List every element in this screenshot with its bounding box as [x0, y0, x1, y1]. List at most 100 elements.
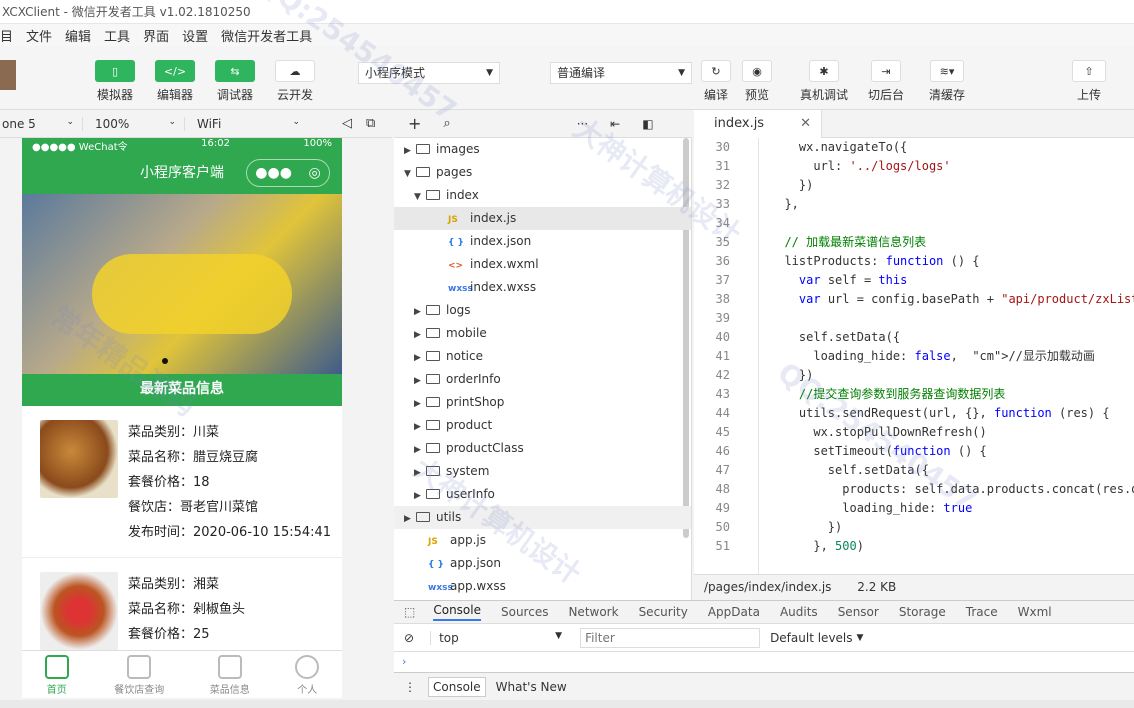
mode-select[interactable]: 小程序模式 ▼	[358, 62, 500, 84]
upload-button[interactable]: ⇧ 上传	[1072, 60, 1106, 103]
tree-folder[interactable]: ▶ notice	[394, 345, 691, 368]
preview-button[interactable]: ◉ 预览	[742, 60, 772, 103]
code-line[interactable]: 50 })	[694, 518, 1134, 537]
tree-folder[interactable]: ▶ productClass	[394, 437, 691, 460]
tab-profile[interactable]: 个人	[295, 651, 320, 698]
tree-file[interactable]: { } index.json	[394, 230, 691, 253]
tree-folder[interactable]: ▶ orderInfo	[394, 368, 691, 391]
code-line[interactable]: 38 var url = config.basePath + "api/prod…	[694, 290, 1134, 309]
code-line[interactable]: 34	[694, 214, 1134, 233]
compile-select[interactable]: 普通编译 ▼	[550, 62, 692, 84]
debugger-button[interactable]: ⇆ 调试器	[215, 60, 255, 103]
network-select[interactable]: WiFi ⌄	[184, 116, 308, 131]
drawer-menu-icon[interactable]: ⋮	[404, 680, 416, 694]
sort-icon[interactable]: ⇤	[610, 117, 620, 131]
tree-folder[interactable]: ▶ system	[394, 460, 691, 483]
capsule-menu[interactable]: ●●● ◎	[246, 159, 330, 187]
menu-item-tools[interactable]: 工具	[104, 26, 130, 45]
code-line[interactable]: 32 })	[694, 176, 1134, 195]
console-filter-input[interactable]	[580, 627, 761, 648]
tree-folder[interactable]: ▶ utils	[394, 506, 691, 529]
tree-file[interactable]: { } app.json	[394, 552, 691, 575]
tree-folder[interactable]: ▶ logs	[394, 299, 691, 322]
tree-folder[interactable]: ▶ userInfo	[394, 483, 691, 506]
inspect-icon[interactable]: ⬚	[404, 605, 415, 619]
menu-item-view[interactable]: 界面	[143, 26, 169, 45]
tab-wxml[interactable]: Wxml	[1018, 605, 1052, 619]
menu-item-edit[interactable]: 编辑	[65, 26, 91, 45]
remote-debug-button[interactable]: ✱ 真机调试	[800, 60, 848, 103]
code-line[interactable]: 48 products: self.data.products.concat(r…	[694, 480, 1134, 499]
tree-folder[interactable]: ▼ index	[394, 184, 691, 207]
code-line[interactable]: 33 },	[694, 195, 1134, 214]
tree-file[interactable]: JS app.js	[394, 529, 691, 552]
drawer-tab-console[interactable]: Console	[428, 676, 486, 697]
cloud-button[interactable]: ☁ 云开发	[275, 60, 315, 103]
mute-icon[interactable]: ◁	[342, 116, 352, 131]
banner-image[interactable]	[22, 194, 342, 374]
tab-security[interactable]: Security	[639, 605, 688, 619]
list-item[interactable]: 菜品类别：湘菜 菜品名称：剁椒鱼头 套餐价格：25	[22, 558, 342, 663]
code-line[interactable]: 45 wx.stopPullDownRefresh()	[694, 423, 1134, 442]
code-line[interactable]: 49 loading_hide: true	[694, 499, 1134, 518]
tree-folder[interactable]: ▶ mobile	[394, 322, 691, 345]
carousel-dot[interactable]	[162, 358, 168, 364]
add-icon[interactable]: +	[408, 114, 421, 133]
tree-folder[interactable]: ▶ images	[394, 138, 691, 161]
code-line[interactable]: 46 setTimeout(function () {	[694, 442, 1134, 461]
avatar[interactable]	[0, 60, 16, 90]
zoom-select[interactable]: 100% ⌄	[82, 116, 184, 131]
clear-console-icon[interactable]: ⊘	[404, 631, 414, 645]
tab-dish-info[interactable]: 菜品信息	[210, 651, 250, 698]
background-button[interactable]: ⇥ 切后台	[868, 60, 904, 103]
popout-icon[interactable]: ⧉	[366, 116, 375, 131]
menu-item-file[interactable]: 文件	[26, 26, 52, 45]
tree-folder[interactable]: ▶ product	[394, 414, 691, 437]
tab-appdata[interactable]: AppData	[708, 605, 760, 619]
tab-network[interactable]: Network	[568, 605, 618, 619]
code-line[interactable]: 44 utils.sendRequest(url, {}, function (…	[694, 404, 1134, 423]
code-line[interactable]: 30 wx.navigateTo({	[694, 138, 1134, 157]
code-line[interactable]: 39	[694, 309, 1134, 328]
search-icon[interactable]: ⌕	[443, 116, 450, 131]
code-line[interactable]: 43 //提交查询参数到服务器查询数据列表	[694, 385, 1134, 404]
tree-file[interactable]: <> index.wxml	[394, 253, 691, 276]
close-icon[interactable]: ✕	[800, 110, 811, 138]
menu-item-project[interactable]: 目	[0, 26, 13, 45]
tab-trace[interactable]: Trace	[966, 605, 998, 619]
tree-file[interactable]: wxssapp.wxss	[394, 575, 691, 598]
drawer-tab-whats-new[interactable]: What's New	[496, 680, 567, 694]
menu-item-wechat-devtools[interactable]: 微信开发者工具	[221, 26, 312, 45]
close-circle-icon[interactable]: ◎	[309, 154, 321, 192]
code-line[interactable]: 37 var self = this	[694, 271, 1134, 290]
more-dots-icon[interactable]: ●●●	[255, 154, 292, 192]
code-line[interactable]: 51 }, 500)	[694, 537, 1134, 556]
tab-storage[interactable]: Storage	[899, 605, 946, 619]
simulator-button[interactable]: ▯ 模拟器	[95, 60, 135, 103]
tab-home[interactable]: 首页	[44, 651, 69, 698]
code-editor[interactable]: 30 wx.navigateTo({31 url: '../logs/logs'…	[694, 138, 1134, 574]
tree-folder[interactable]: ▼ pages	[394, 161, 691, 184]
device-select[interactable]: one 5 ⌄	[0, 117, 82, 131]
collapse-icon[interactable]: ◧	[642, 117, 653, 131]
menu-item-settings[interactable]: 设置	[182, 26, 208, 45]
code-line[interactable]: 31 url: '../logs/logs'	[694, 157, 1134, 176]
code-line[interactable]: 41 loading_hide: false, "cm">//显示加载动画	[694, 347, 1134, 366]
log-levels-select[interactable]: Default levels	[770, 631, 852, 645]
console-prompt[interactable]: ›	[394, 652, 1134, 672]
editor-tab-index-js[interactable]: index.js ✕	[694, 110, 822, 138]
code-line[interactable]: 40 self.setData({	[694, 328, 1134, 347]
tree-file[interactable]: JS index.js	[394, 207, 691, 230]
tab-audits[interactable]: Audits	[780, 605, 818, 619]
context-select[interactable]: top ▼	[430, 630, 570, 645]
tab-sources[interactable]: Sources	[501, 605, 548, 619]
compile-button[interactable]: ↻ 编译	[701, 60, 731, 103]
code-line[interactable]: 36 listProducts: function () {	[694, 252, 1134, 271]
tab-shop-search[interactable]: 餐饮店查询	[114, 651, 164, 698]
tree-file[interactable]: wxssindex.wxss	[394, 276, 691, 299]
tab-console[interactable]: Console	[433, 603, 481, 621]
editor-button[interactable]: </> 编辑器	[155, 60, 195, 103]
more-icon[interactable]: ···	[577, 117, 588, 131]
list-item[interactable]: 菜品类别：川菜 菜品名称：腊豆烧豆腐 套餐价格：18 餐饮店：哥老官川菜馆 发布…	[22, 406, 342, 558]
tree-folder[interactable]: ▶ printShop	[394, 391, 691, 414]
